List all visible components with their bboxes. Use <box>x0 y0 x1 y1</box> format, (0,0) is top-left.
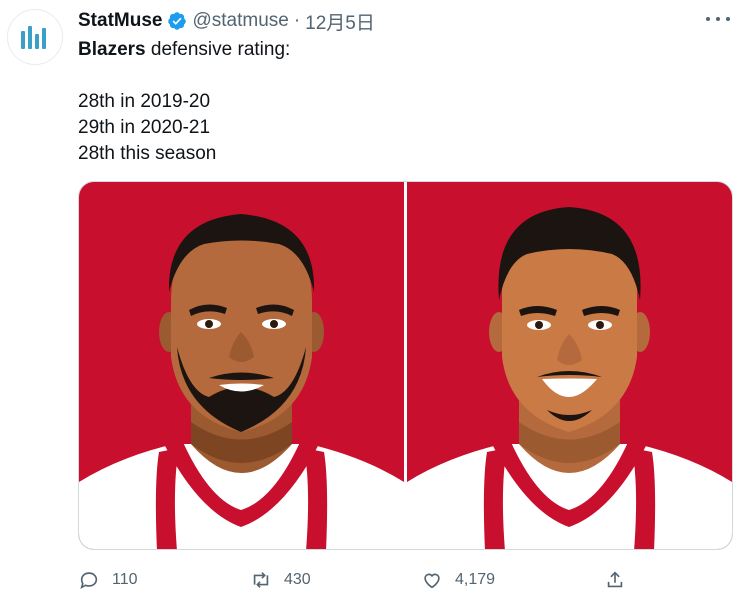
more-options-icon[interactable] <box>706 12 730 26</box>
author-handle[interactable]: @statmuse <box>192 10 288 32</box>
tweet-actions: 110 430 4,179 <box>78 565 738 595</box>
tweet-line-1: Blazers defensive rating: <box>78 37 718 63</box>
tweet-bold-word: Blazers <box>78 39 146 60</box>
avatar[interactable] <box>7 9 63 65</box>
reply-button[interactable]: 110 <box>78 565 138 595</box>
retweet-count: 430 <box>284 571 311 588</box>
tweet-line-2: 28th in 2019-20 <box>78 91 211 112</box>
retweet-button[interactable]: 430 <box>250 565 311 595</box>
heart-icon <box>424 573 440 589</box>
statmuse-logo-icon <box>21 26 46 49</box>
reply-icon <box>80 572 98 589</box>
tweet-line-3: 29th in 2020-21 <box>78 117 211 138</box>
reply-count: 110 <box>112 571 138 588</box>
like-count: 4,179 <box>455 571 496 588</box>
timestamp[interactable]: 12月5日 <box>305 8 375 35</box>
tweet-line-4: 28th this season <box>78 143 217 164</box>
tweet-line-1-rest: defensive rating: <box>145 39 291 60</box>
verified-badge-icon <box>168 12 187 30</box>
tweet-header: StatMuse @statmuse · 12月5日 <box>78 8 375 34</box>
separator-dot: · <box>293 10 301 31</box>
share-button[interactable] <box>604 565 638 595</box>
media-image-right[interactable] <box>407 182 732 549</box>
author-name[interactable]: StatMuse <box>78 10 162 32</box>
retweet-icon <box>253 572 269 588</box>
player-portrait-right <box>407 207 732 549</box>
tweet-media[interactable] <box>78 181 733 550</box>
like-button[interactable]: 4,179 <box>421 565 495 595</box>
share-icon <box>607 571 623 588</box>
media-image-left[interactable] <box>79 182 404 549</box>
player-portrait-left <box>79 214 404 549</box>
tweet-text: Blazers defensive rating: 28th in 2019-2… <box>78 37 718 167</box>
